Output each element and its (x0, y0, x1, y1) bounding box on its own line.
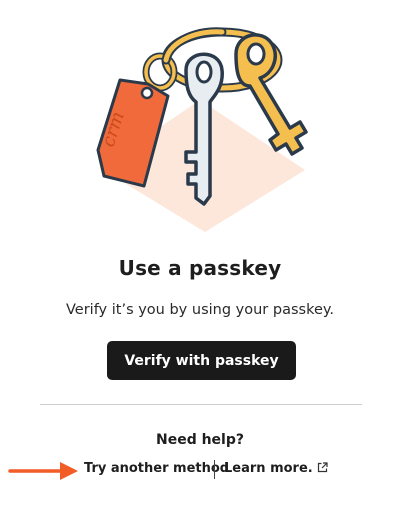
help-links: Try another method Learn more. (0, 460, 400, 480)
page-title: Use a passkey (118, 256, 282, 280)
page-subtitle: Verify it’s you by using your passkey. (66, 302, 334, 318)
try-another-method-label: Try another method (84, 461, 230, 476)
need-help-heading: Need help? (155, 432, 244, 448)
try-another-method-link[interactable]: Try another method (84, 460, 229, 478)
verify-with-passkey-button[interactable]: Verify with passkey (107, 341, 296, 380)
keyring-illustration: crm (96, 27, 308, 232)
external-link-icon (317, 462, 328, 473)
learn-more-label: Learn more. (224, 461, 313, 476)
learn-more-link[interactable]: Learn more. (224, 460, 328, 478)
divider (40, 404, 362, 405)
link-separator (214, 460, 215, 479)
